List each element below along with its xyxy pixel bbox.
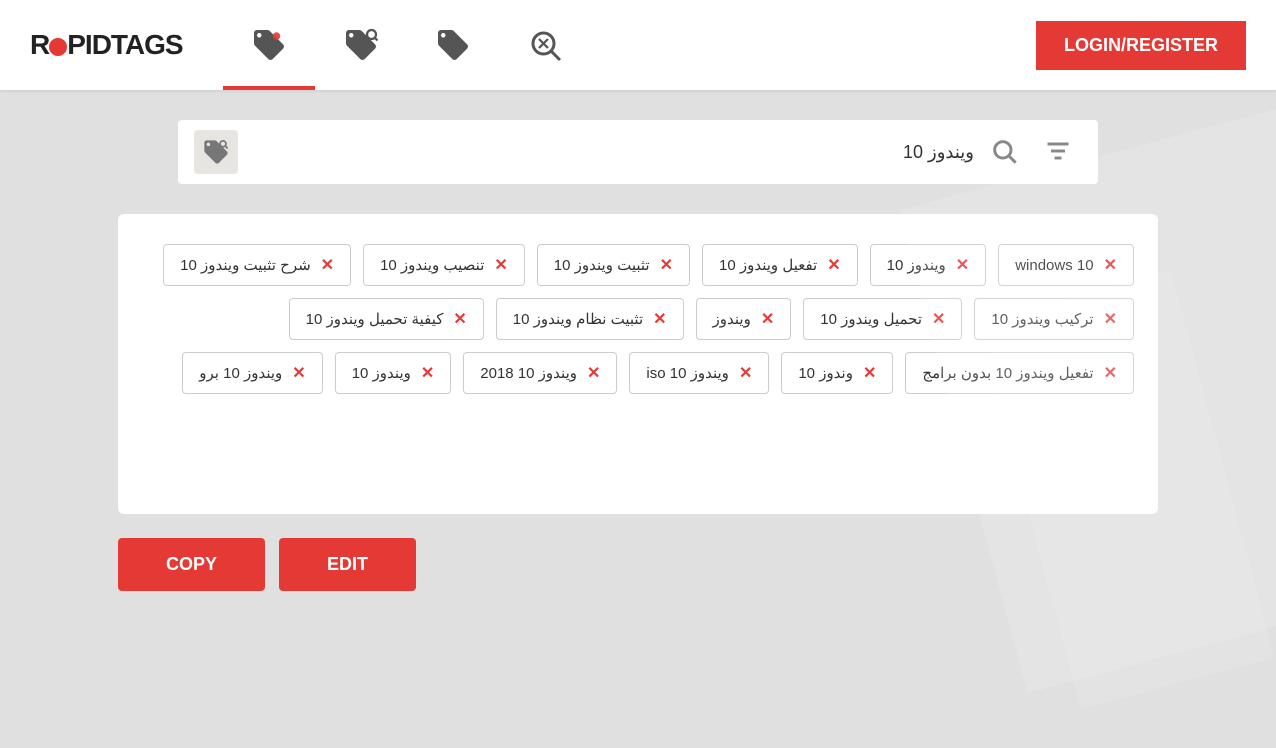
tag-label: تركيب ويندوز 10 bbox=[991, 310, 1093, 328]
tag-remove-icon[interactable]: ✕ bbox=[1104, 255, 1117, 275]
tag-item[interactable]: ✕ تنصيب ويندوز 10 bbox=[363, 244, 525, 286]
tag-item[interactable]: ✕ تركيب ويندوز 10 bbox=[974, 298, 1134, 340]
tag-item[interactable]: ✕ ويندوز 10 bbox=[335, 352, 452, 394]
tag-label: ويندوز 10 iso bbox=[646, 364, 729, 382]
logo-icon bbox=[49, 38, 67, 56]
tag-item[interactable]: ✕ تفعيل ويندوز 10 بدون برامج bbox=[905, 352, 1134, 394]
tag-item[interactable]: ✕ ويندوز 10 برو bbox=[182, 352, 322, 394]
tag-label: ويندوز 10 برو bbox=[199, 364, 282, 382]
tag-remove-icon[interactable]: ✕ bbox=[292, 363, 305, 383]
tag-item[interactable]: ✕ كيفية تحميل ويندوز 10 bbox=[289, 298, 484, 340]
tag-remove-icon[interactable]: ✕ bbox=[494, 255, 507, 275]
tag-remove-icon[interactable]: ✕ bbox=[827, 255, 840, 275]
login-register-button[interactable]: LOGIN/REGISTER bbox=[1036, 21, 1246, 70]
filter-button[interactable] bbox=[1034, 133, 1082, 172]
tag-remove-icon[interactable]: ✕ bbox=[1104, 309, 1117, 329]
tag-remove-icon[interactable]: ✕ bbox=[739, 363, 752, 383]
nav-item-tag-rank[interactable]: ↑ bbox=[407, 0, 499, 90]
tag-remove-icon[interactable]: ✕ bbox=[956, 255, 969, 275]
tag-label: تفعيل ويندوز 10 بدون برامج bbox=[922, 364, 1093, 382]
tag-remove-icon[interactable]: ✕ bbox=[653, 309, 666, 329]
action-buttons: COPY EDIT bbox=[118, 538, 1158, 591]
svg-text:↑: ↑ bbox=[456, 33, 461, 45]
tag-remove-icon[interactable]: ✕ bbox=[421, 363, 434, 383]
tag-item[interactable]: ✕ تفعيل ويندوز 10 bbox=[702, 244, 858, 286]
tag-item[interactable]: ✕ شرح تثبيت ويندوز 10 bbox=[163, 244, 351, 286]
tag-label: ويندوز 10 bbox=[352, 364, 411, 382]
tag-label: تحميل ويندوز 10 bbox=[820, 310, 922, 328]
tag-item[interactable]: ✕ تثبيت ويندوز 10 bbox=[537, 244, 690, 286]
search-bar bbox=[178, 120, 1098, 184]
tag-item[interactable]: ✕ تثبيت نظام ويندوز 10 bbox=[496, 298, 684, 340]
tag-item[interactable]: ✕ ويندوز 10 iso bbox=[629, 352, 769, 394]
tags-grid: ✕ windows 10 ✕ ويندوز 10 ✕ تفعيل ويندوز 10 ✕ تث… bbox=[142, 244, 1134, 394]
tag-label: تنصيب ويندوز 10 bbox=[380, 256, 484, 274]
tag-label: تثبيت نظام ويندوز 10 bbox=[513, 310, 643, 328]
tag-remove-icon[interactable]: ✕ bbox=[932, 309, 945, 329]
tag-label: تثبيت ويندوز 10 bbox=[554, 256, 650, 274]
tag-remove-icon[interactable]: ✕ bbox=[660, 255, 673, 275]
tag-label: windows 10 bbox=[1015, 257, 1093, 274]
nav-item-tag-generator[interactable] bbox=[223, 0, 315, 90]
nav-item-tag-extractor[interactable] bbox=[315, 0, 407, 90]
tag-item[interactable]: ✕ تحميل ويندوز 10 bbox=[803, 298, 962, 340]
tag-label: ويندوز 10 bbox=[887, 256, 946, 274]
tag-item[interactable]: ✕ ويندوز 10 bbox=[870, 244, 987, 286]
tag-remove-icon[interactable]: ✕ bbox=[1104, 363, 1117, 383]
logo: RPIDTAGS bbox=[30, 29, 183, 61]
tag-remove-icon[interactable]: ✕ bbox=[453, 309, 466, 329]
tags-container: ✕ windows 10 ✕ ويندوز 10 ✕ تفعيل ويندوز 10 ✕ تث… bbox=[118, 214, 1158, 514]
tag-label: كيفية تحميل ويندوز 10 bbox=[306, 310, 444, 328]
header: RPIDTAGS ↑ bbox=[0, 0, 1276, 90]
tag-remove-icon[interactable]: ✕ bbox=[587, 363, 600, 383]
main-content: ✕ windows 10 ✕ ويندوز 10 ✕ تفعيل ويندوز 10 ✕ تث… bbox=[0, 90, 1276, 748]
tag-item[interactable]: ✕ ويندوز bbox=[696, 298, 792, 340]
tag-remove-icon[interactable]: ✕ bbox=[863, 363, 876, 383]
tag-label: وندوز 10 bbox=[798, 364, 853, 382]
tag-remove-icon[interactable]: ✕ bbox=[321, 255, 334, 275]
tag-remove-icon[interactable]: ✕ bbox=[761, 309, 774, 329]
tag-item[interactable]: ✕ windows 10 bbox=[998, 244, 1134, 286]
copy-button[interactable]: COPY bbox=[118, 538, 265, 591]
search-mode-icon[interactable] bbox=[194, 130, 238, 174]
tag-label: شرح تثبيت ويندوز 10 bbox=[180, 256, 311, 274]
tag-label: ويندوز bbox=[713, 310, 751, 328]
tag-label: تفعيل ويندوز 10 bbox=[719, 256, 817, 274]
search-button[interactable] bbox=[986, 133, 1022, 172]
nav: ↑ bbox=[223, 0, 1036, 90]
search-input[interactable] bbox=[250, 142, 974, 163]
tag-item[interactable]: ✕ وندوز 10 bbox=[781, 352, 893, 394]
tag-label: ويندوز 10 2018 bbox=[480, 364, 577, 382]
tag-item[interactable]: ✕ ويندوز 10 2018 bbox=[463, 352, 617, 394]
edit-button[interactable]: EDIT bbox=[279, 538, 416, 591]
nav-item-search-rank[interactable] bbox=[499, 0, 591, 90]
